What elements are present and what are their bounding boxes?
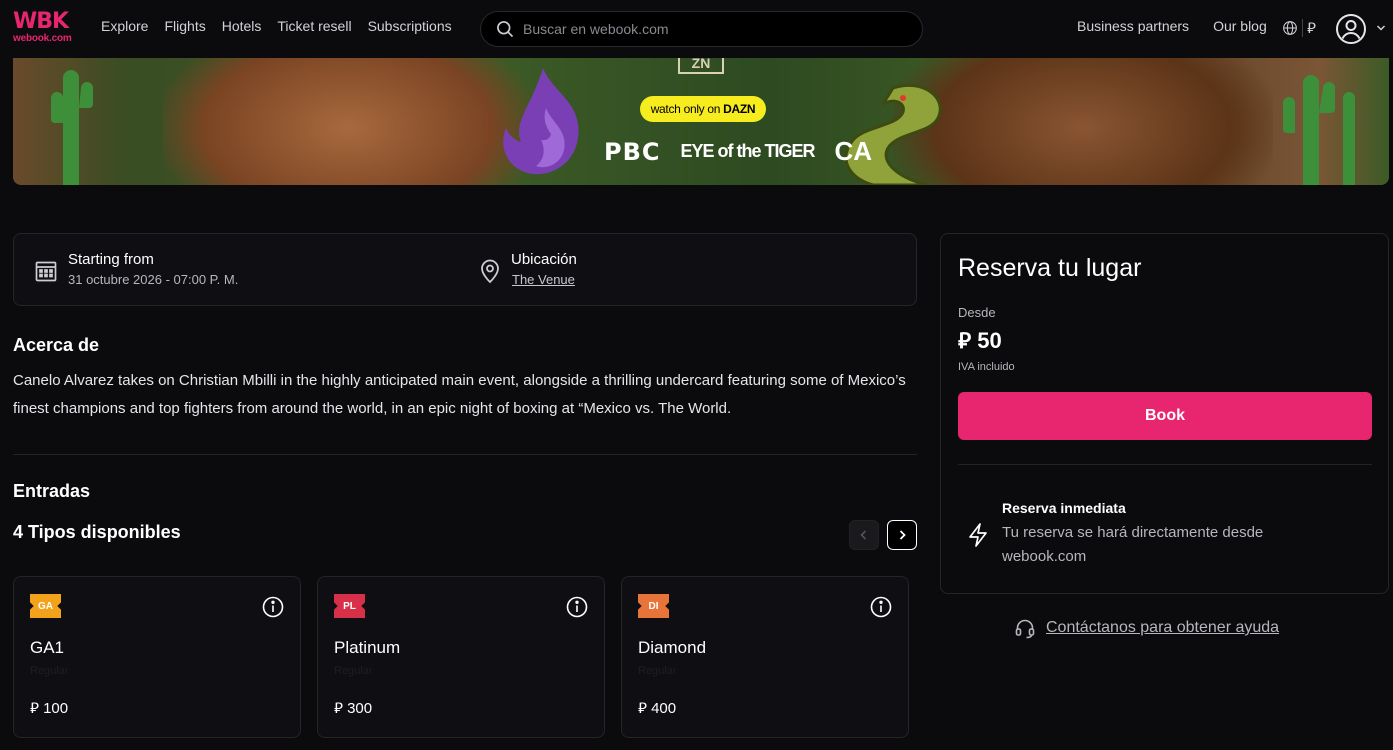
ticket-card-ga1[interactable]: GA GA1 Regular ⃁ 100	[13, 576, 301, 738]
about-title: Acerca de	[13, 335, 100, 355]
purple-flame-illustration	[503, 68, 579, 175]
book-button[interactable]: Book	[958, 392, 1372, 440]
section-divider	[13, 454, 917, 455]
ticket-badge: DI	[638, 594, 669, 618]
main-nav: Explore Flights Hotels Ticket resell Sub…	[101, 18, 452, 34]
location-pin-icon	[481, 259, 499, 284]
dazn-badge: watch only on DAZN	[640, 96, 766, 122]
info-icon[interactable]	[566, 596, 588, 618]
help-link[interactable]: Contáctanos para obtener ayuda	[1046, 619, 1279, 637]
chevron-down-icon[interactable]	[1376, 23, 1386, 33]
globe-icon[interactable]	[1282, 20, 1298, 36]
logo-subtitle: webook.com	[13, 33, 72, 44]
nav-hotels[interactable]: Hotels	[222, 18, 262, 34]
ticket-types-count: 4 Tipos disponibles	[13, 522, 181, 542]
about-description: Canelo Alvarez takes on Christian Mbilli…	[13, 372, 906, 417]
ticket-badge: PL	[334, 594, 365, 618]
ticket-price-value: 300	[347, 700, 373, 717]
price-from-label: Desde	[958, 305, 996, 320]
canelo-logo: CA	[834, 136, 873, 166]
our-blog-link[interactable]: Our blog	[1213, 18, 1267, 34]
search-bar[interactable]	[480, 11, 923, 47]
booking-panel: Reserva tu lugar Desde ⃁ 50 IVA incluido…	[940, 233, 1389, 594]
nav-ticket-resell[interactable]: Ticket resell	[277, 18, 351, 34]
location-label: Ubicación	[511, 251, 577, 268]
ticket-subtitle: Regular	[30, 665, 69, 677]
ticket-price-value: 100	[43, 700, 69, 717]
ticket-price-value: 400	[651, 700, 677, 717]
start-label: Starting from	[68, 251, 154, 268]
ticket-price: ⃁ 300	[334, 699, 372, 718]
nav-subscriptions[interactable]: Subscriptions	[368, 18, 452, 34]
tickets-title: Entradas	[13, 481, 91, 501]
booking-title: Reserva tu lugar	[958, 254, 1142, 282]
price-from-value: ⃁ 50	[958, 327, 1002, 355]
cactus-right-illustration	[1282, 75, 1355, 185]
cactus-left-illustration	[50, 70, 93, 185]
pbc-logo: PBC	[604, 137, 661, 166]
ticket-badge: GA	[30, 594, 61, 618]
ticket-name: GA1	[30, 638, 65, 657]
vat-note: IVA incluido	[958, 361, 1015, 373]
currency-icon: ⃁	[638, 700, 647, 717]
currency-icon: ⃁	[334, 700, 343, 717]
currency-icon[interactable]: ⃁	[1307, 19, 1316, 38]
fighter-left-image	[163, 58, 533, 185]
price-amount: 50	[977, 328, 1002, 353]
header-links: Business partners Our blog	[1077, 18, 1267, 34]
sponsor-logos: PBC EYE of the TIGER CA	[604, 136, 872, 167]
chevron-left-icon	[860, 530, 867, 540]
ticket-subtitle: Regular	[638, 665, 677, 677]
headset-icon	[1015, 619, 1035, 639]
ticket-price: ⃁ 400	[638, 699, 676, 718]
business-partners-link[interactable]: Business partners	[1077, 18, 1189, 34]
ticket-name: Diamond	[638, 638, 707, 657]
ticket-name: Platinum	[334, 638, 401, 657]
help-contact[interactable]: Contáctanos para obtener ayuda	[1014, 617, 1279, 639]
search-input[interactable]	[523, 21, 903, 37]
eye-of-the-tiger-logo: EYE of the TIGER	[680, 141, 816, 161]
dazn-prefix: watch only on	[650, 102, 721, 116]
instant-booking-text: Tu reserva se hará directamente desde we…	[1002, 524, 1264, 565]
carousel-next-button[interactable]	[887, 520, 917, 550]
event-info-card: Starting from 31 octubre 2026 - 07:00 P.…	[13, 233, 917, 306]
info-icon[interactable]	[262, 596, 284, 618]
webook-logo[interactable]: WBK webook.com	[13, 9, 79, 45]
user-avatar-icon[interactable]	[1335, 13, 1367, 45]
currency-icon: ⃁	[30, 700, 39, 717]
booking-divider	[958, 464, 1372, 465]
calendar-icon	[35, 261, 57, 282]
ticket-card-diamond[interactable]: DI Diamond Regular ⃁ 400	[621, 576, 909, 738]
venue-link[interactable]: The Venue	[512, 272, 575, 287]
header-divider	[1302, 19, 1303, 37]
snake-illustration	[844, 83, 942, 185]
zn-logo: ZN	[678, 58, 724, 74]
currency-icon: ⃁	[958, 328, 972, 353]
chevron-right-icon	[899, 530, 906, 540]
ticket-card-platinum[interactable]: PL Platinum Regular ⃁ 300	[317, 576, 605, 738]
nav-explore[interactable]: Explore	[101, 18, 148, 34]
dazn-brand: DAZN	[723, 102, 756, 116]
logo-mark: WBK	[13, 9, 69, 34]
info-icon[interactable]	[870, 596, 892, 618]
carousel-prev-button[interactable]	[849, 520, 879, 550]
start-value: 31 octubre 2026 - 07:00 P. M.	[68, 272, 239, 287]
top-header: WBK webook.com Explore Flights Hotels Ti…	[0, 0, 1393, 58]
ticket-price: ⃁ 100	[30, 699, 68, 718]
instant-booking-title: Reserva inmediata	[1002, 500, 1126, 516]
lightning-icon	[969, 523, 987, 547]
nav-flights[interactable]: Flights	[164, 18, 205, 34]
event-banner: ZN watch only on DAZN PBC EYE of the TIGE…	[13, 58, 1389, 185]
ticket-subtitle: Regular	[334, 665, 373, 677]
search-icon	[497, 21, 514, 38]
